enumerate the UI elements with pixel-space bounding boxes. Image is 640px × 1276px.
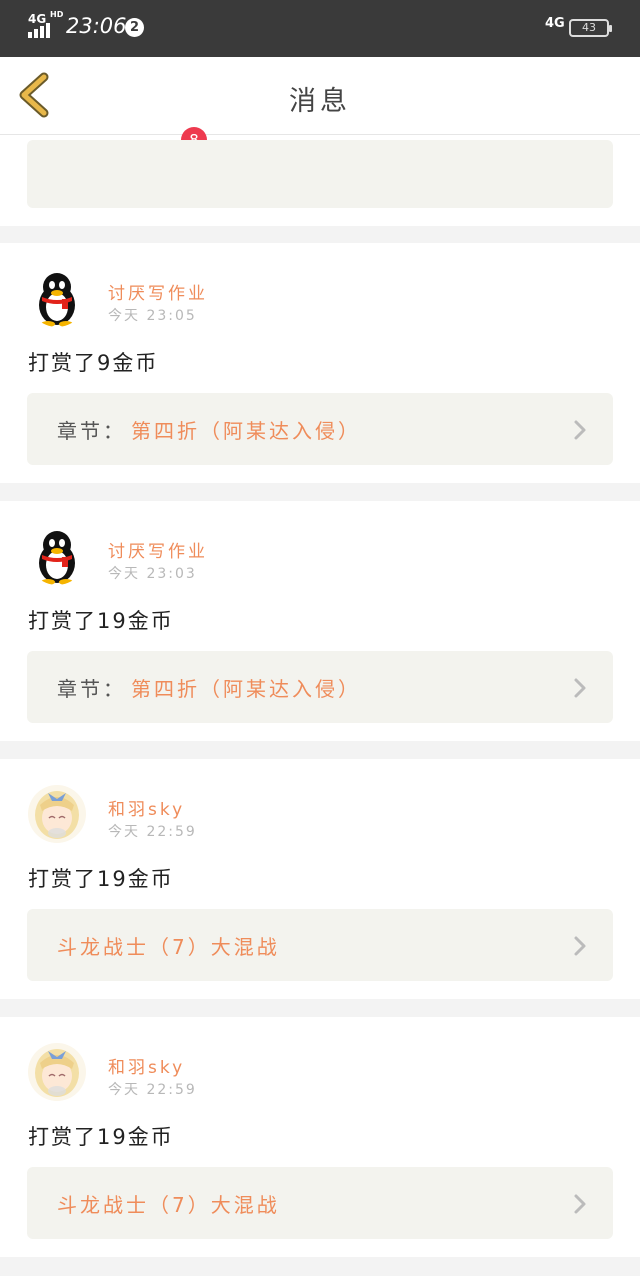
timestamp: 今天 22:59	[108, 1082, 197, 1098]
book-link[interactable]: 斗龙战士（7）大混战	[27, 1167, 613, 1239]
book-title: 斗龙战士（7）大混战	[57, 1193, 280, 1217]
qq-penguin-avatar[interactable]	[28, 269, 86, 327]
anime-girl-avatar[interactable]	[28, 1043, 86, 1101]
message-card: 和羽sky 今天 22:59 打赏了19金币 斗龙战士（7）大混战	[0, 759, 640, 999]
message-text: 打赏了19金币	[28, 867, 174, 891]
chevron-right-icon	[574, 678, 586, 698]
penguin-icon	[28, 269, 86, 327]
username[interactable]: 讨厌写作业	[108, 279, 208, 304]
chevron-right-icon	[574, 420, 586, 440]
message-card-partial	[0, 140, 640, 226]
status-bar: 4G HD 23:06 2 4G 43	[0, 0, 640, 57]
timestamp: 今天 23:03	[108, 566, 197, 582]
chapter-title: 第四折（阿某达入侵）	[131, 419, 361, 443]
message-text: 打赏了9金币	[28, 351, 159, 375]
book-title: 斗龙战士（7）大混战	[57, 935, 280, 959]
page-title: 消息	[289, 86, 351, 117]
chapter-link[interactable]: 章节： 第四折（阿某达入侵）	[27, 651, 613, 723]
signal-icon: 4G HD	[28, 10, 63, 40]
username[interactable]: 和羽sky	[108, 1053, 185, 1078]
notification-count-badge: 2	[125, 18, 144, 37]
chapter-title: 第四折（阿某达入侵）	[131, 677, 361, 701]
chevron-right-icon	[574, 1194, 586, 1214]
username[interactable]: 和羽sky	[108, 795, 185, 820]
timestamp: 今天 22:59	[108, 824, 197, 840]
network-type: 4G	[28, 12, 47, 26]
message-card: 和羽sky 今天 22:59 打赏了19金币 斗龙战士（7）大混战	[0, 1017, 640, 1257]
battery-icon: 43	[569, 19, 612, 37]
book-link[interactable]: 斗龙战士（7）大混战	[27, 909, 613, 981]
anime-avatar-icon	[28, 785, 86, 843]
qq-penguin-avatar[interactable]	[28, 527, 86, 585]
chevron-right-icon	[574, 936, 586, 956]
message-card: 讨厌写作业 今天 23:03 打赏了19金币 章节： 第四折（阿某达入侵）	[0, 501, 640, 741]
clock: 23:06	[66, 14, 127, 38]
hd-indicator: HD	[50, 10, 64, 19]
chapter-link[interactable]: 章节： 第四折（阿某达入侵）	[27, 393, 613, 465]
penguin-icon	[28, 527, 86, 585]
username[interactable]: 讨厌写作业	[108, 537, 208, 562]
app-header: 消息	[0, 57, 640, 135]
message-text: 打赏了19金币	[28, 609, 174, 633]
anime-avatar-icon	[28, 1043, 86, 1101]
message-card: 讨厌写作业 今天 23:05 打赏了9金币 章节： 第四折（阿某达入侵）	[0, 243, 640, 483]
timestamp: 今天 23:05	[108, 308, 197, 324]
reference-box-partial[interactable]	[27, 140, 613, 208]
chapter-prefix: 章节：	[57, 677, 126, 701]
message-text: 打赏了19金币	[28, 1125, 174, 1149]
anime-girl-avatar[interactable]	[28, 785, 86, 843]
chapter-prefix: 章节：	[57, 419, 126, 443]
network-type-right: 4G	[545, 16, 565, 31]
